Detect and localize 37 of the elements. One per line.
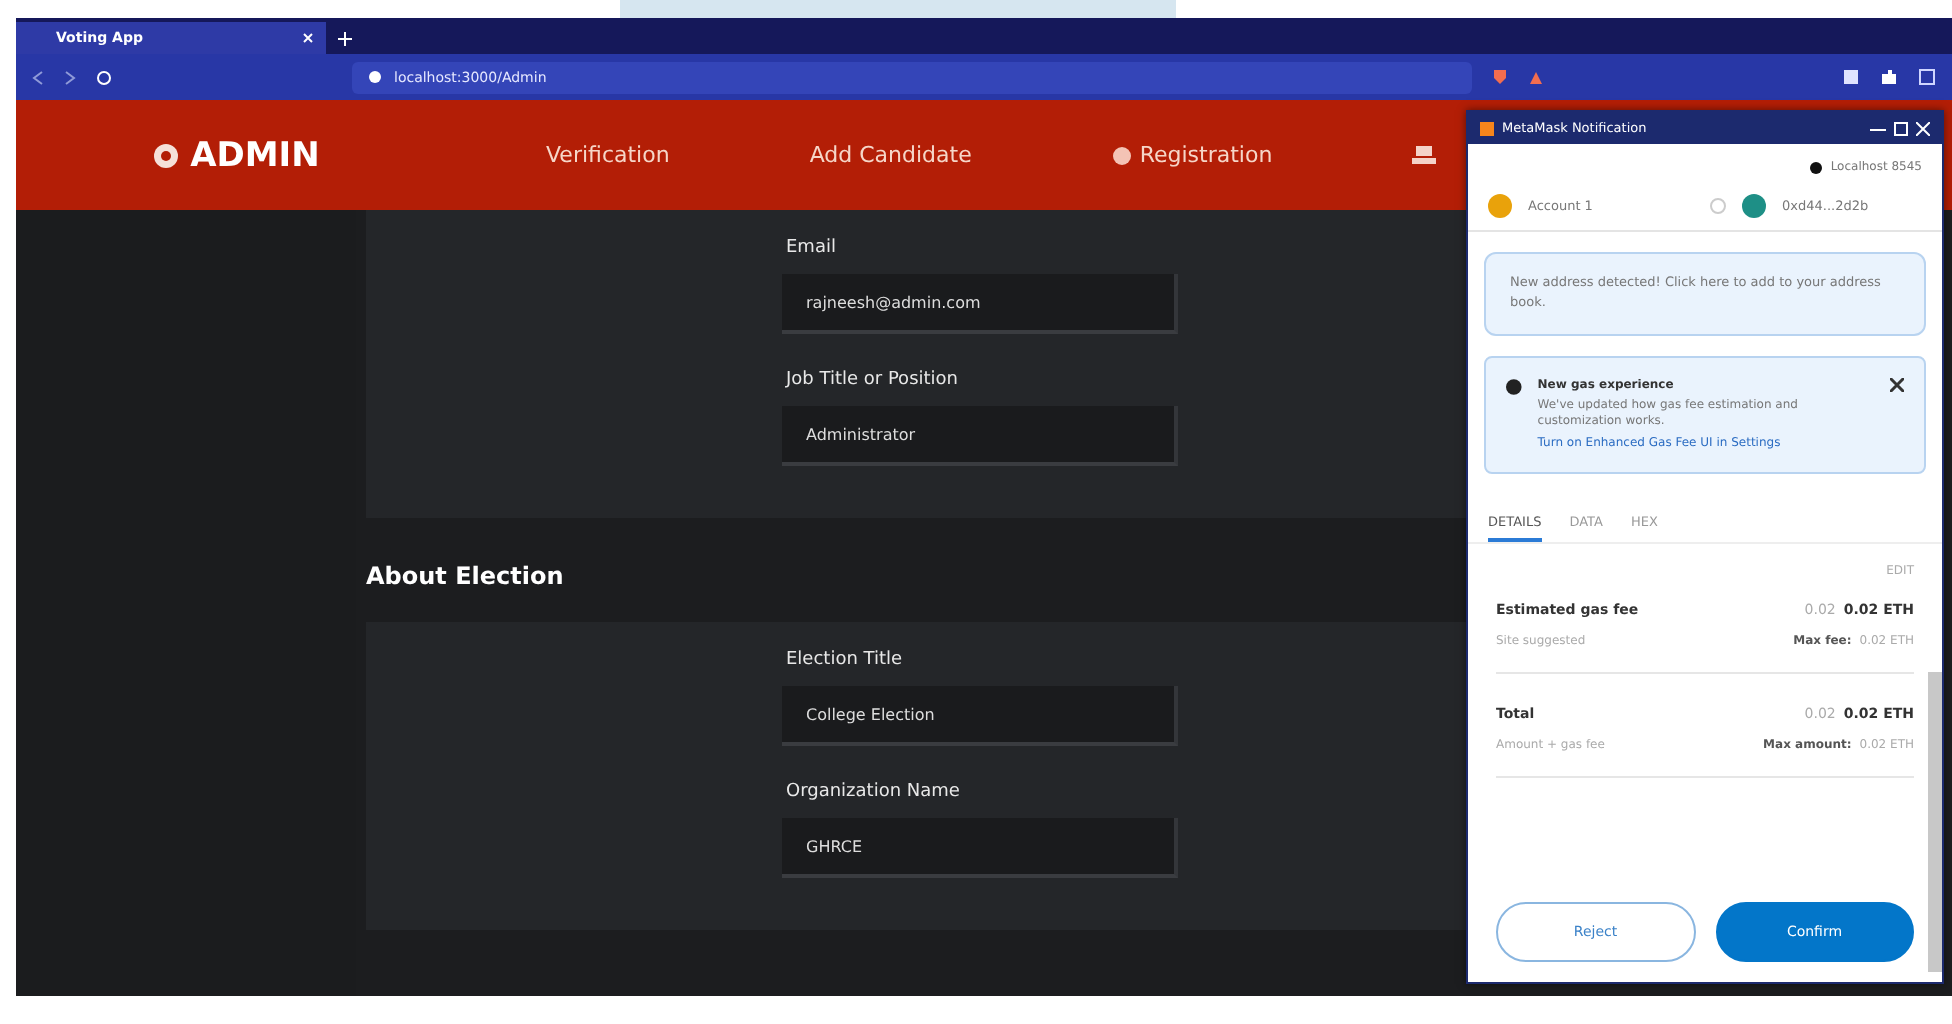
input-field[interactable]: Administrator: [782, 406, 1178, 466]
nav-link[interactable]: Registration: [1111, 142, 1273, 168]
globe-icon: [368, 70, 382, 84]
badge-icon: [1111, 145, 1132, 165]
close-icon: [1890, 377, 1904, 391]
dot-icon: [1810, 161, 1823, 173]
field-label: Organization Name: [786, 782, 962, 802]
forward-icon: [64, 69, 76, 85]
fox-icon: [1480, 121, 1494, 135]
maximize-icon: [1894, 121, 1908, 135]
field-label: Election Title: [786, 650, 905, 670]
triangle-icon: [1528, 69, 1544, 85]
input-field[interactable]: College Election: [782, 686, 1178, 746]
plus-icon[interactable]: [338, 32, 352, 46]
people-icon: [1412, 144, 1437, 166]
back-icon: [32, 69, 44, 85]
nav-link[interactable]: Verification: [546, 142, 670, 168]
close-icon: [302, 32, 314, 44]
input-field[interactable]: GHRCE: [782, 818, 1178, 878]
field-label: Email: [786, 238, 838, 258]
puzzle-icon: [1880, 68, 1898, 86]
brand-logo[interactable]: ADMIN: [16, 135, 456, 175]
nav-link[interactable]: Add Candidate: [809, 142, 972, 168]
section-heading: About Election: [366, 560, 564, 594]
account-avatar-icon: [1488, 194, 1512, 218]
extension-icon: [1842, 68, 1860, 86]
input-field[interactable]: rajneesh@admin.com: [782, 274, 1178, 334]
shield-icon: [1492, 68, 1508, 86]
field-label: Job Title or Position: [786, 370, 960, 390]
logo-icon: [152, 141, 181, 169]
sidebar-icon: [1918, 68, 1936, 86]
scrollbar[interactable]: [1928, 672, 1942, 972]
close-icon: [1916, 121, 1930, 135]
reload-icon: [96, 69, 112, 85]
info-icon: [1506, 377, 1522, 395]
account-avatar-icon: [1742, 194, 1766, 218]
brand-name: ADMIN: [190, 135, 320, 175]
